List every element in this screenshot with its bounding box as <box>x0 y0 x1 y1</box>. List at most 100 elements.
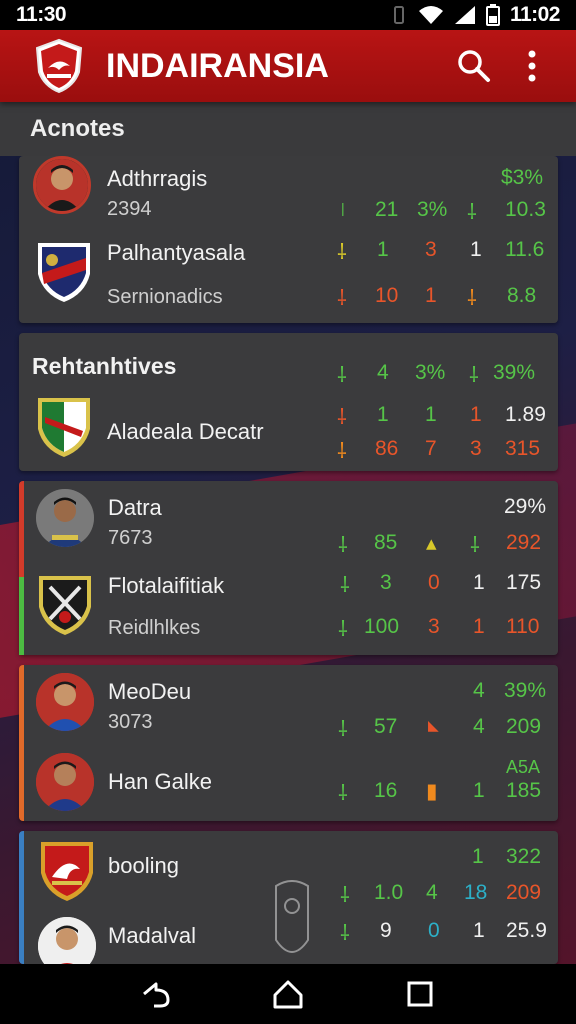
player-name: Datra <box>108 495 162 520</box>
trend-icon: ▴ <box>426 532 437 555</box>
team-crest <box>39 576 91 635</box>
navigation-bar <box>0 964 576 1024</box>
signal-icon <box>454 6 475 24</box>
player-name: Adthrragis <box>107 166 208 191</box>
stat-value: 57 <box>374 715 398 738</box>
trophy-watermark-icon <box>275 880 309 953</box>
more-options-button[interactable] <box>508 42 556 90</box>
status-bar: 11:30 11:02 <box>0 0 576 30</box>
app-title: INDAIRANSIA <box>106 46 329 85</box>
trend-icon: ⸸ <box>337 241 347 264</box>
card-4[interactable]: MeoDeu 3073 4 39% ⸸ 57 ◣ 4 209 Han Galke… <box>19 665 558 821</box>
status-icons: 11:02 <box>390 3 561 27</box>
player-name: Madalval <box>108 923 197 948</box>
avatar <box>33 156 91 214</box>
trend-icon: ⸸ <box>337 364 347 387</box>
app-bar: INDAIRANSIA <box>0 30 576 102</box>
trend-icon: ⸸ <box>340 574 350 597</box>
stat-value: 16 <box>374 779 398 802</box>
stat-value: 3% <box>417 198 448 221</box>
stat-value: 175 <box>506 571 542 594</box>
trend-icon: ⸸ <box>338 718 348 741</box>
stat-value: 10 <box>375 284 399 307</box>
home-button[interactable] <box>264 970 312 1018</box>
stat-value: A5A <box>506 757 541 777</box>
avatar <box>36 673 94 731</box>
trend-icon: ⸸ <box>467 201 477 224</box>
stat-value: 9 <box>380 919 392 942</box>
status-time: 11:30 <box>16 3 67 26</box>
team-sub: Sernionadics <box>107 286 223 308</box>
group-title: Rehtanhtives <box>32 353 177 379</box>
team-crest <box>41 842 93 901</box>
stat-value: 25.9 <box>506 919 547 942</box>
search-icon <box>458 50 490 82</box>
team-name: Aladeala Decatr <box>107 419 264 444</box>
status-time-right: 11:02 <box>509 3 561 26</box>
card-1[interactable]: Adthrragis 2394 $3% | 21 3% ⸸ 10.3 Palha… <box>19 156 558 323</box>
stat-value: 315 <box>505 437 541 460</box>
card-2[interactable]: Rehtanhtives ⸸ 4 3% ⸸ 39% Aladeala Decat… <box>19 333 558 471</box>
stat-value: 1 <box>377 238 389 261</box>
stat-value: 85 <box>374 531 398 554</box>
app-logo <box>35 38 83 94</box>
card-3[interactable]: Datra 7673 29% ⸸ 85 ▴ ⸸ 292 Flotalaifiti… <box>19 481 558 655</box>
stat-value: 4 <box>426 881 438 904</box>
stat-value: 3 <box>425 238 437 261</box>
player-name: Han Galke <box>108 769 212 794</box>
trend-icon: ⸸ <box>338 534 348 557</box>
stat-value: 1 <box>470 238 482 261</box>
stat-value: 21 <box>375 198 399 221</box>
trend-icon: ⸸ <box>469 364 479 387</box>
stat-value: 1 <box>425 284 437 307</box>
stat-value: 1.0 <box>374 881 404 904</box>
avatar <box>36 489 94 547</box>
stat-value: 7 <box>425 437 437 460</box>
vibrate-icon <box>393 6 404 24</box>
trend-icon: ⸸ <box>337 406 347 429</box>
stat-value: 3 <box>380 571 392 594</box>
trend-icon: ⸸ <box>467 287 477 310</box>
avatar <box>36 753 94 811</box>
stat-value: 3 <box>470 437 482 460</box>
player-sub: 7673 <box>108 527 153 549</box>
recents-icon <box>407 981 433 1007</box>
section-title: Acnotes <box>30 115 125 142</box>
stat-value: 11.6 <box>505 238 545 261</box>
stat-value: 1 <box>473 615 485 638</box>
stat-value: 1 <box>472 845 484 868</box>
player-sub: 3073 <box>108 711 153 733</box>
stat-value: 209 <box>506 881 542 904</box>
wifi-icon <box>418 6 443 24</box>
stat-value: 1 <box>473 919 485 942</box>
player-sub: 2394 <box>107 198 152 220</box>
team-name: Flotalaifitiak <box>108 573 225 598</box>
trend-icon: ⸸ <box>338 782 348 805</box>
stat-value: 1 <box>470 403 482 426</box>
player-name: MeoDeu <box>108 679 192 704</box>
stat-value: 185 <box>506 779 542 802</box>
recents-button[interactable] <box>396 970 444 1018</box>
team-crest <box>38 398 90 457</box>
stat-value: 0 <box>428 571 440 594</box>
search-button[interactable] <box>450 42 498 90</box>
stat-pct: 39% <box>504 679 547 702</box>
trend-icon: ◣ <box>428 717 439 733</box>
stat-pct: $3% <box>501 166 544 189</box>
stat-value: 4 <box>473 679 485 702</box>
home-icon <box>273 980 303 1009</box>
trend-icon: ⸸ <box>338 618 348 641</box>
status-marker: ▮ <box>426 780 438 803</box>
accent-bar <box>19 577 24 655</box>
stat-value: 18 <box>464 881 488 904</box>
team-name: booling <box>108 853 179 878</box>
trend-icon: ⸸ <box>337 287 347 310</box>
more-vert-icon <box>528 50 536 82</box>
back-icon <box>143 982 170 1008</box>
stat-value: 4 <box>377 361 389 384</box>
trend-icon: ⸸ <box>340 922 350 945</box>
stat-value: 1 <box>377 403 389 426</box>
trend-icon: ⸸ <box>470 534 480 557</box>
stat-value: 1.89 <box>505 403 546 426</box>
back-button[interactable] <box>132 970 180 1018</box>
